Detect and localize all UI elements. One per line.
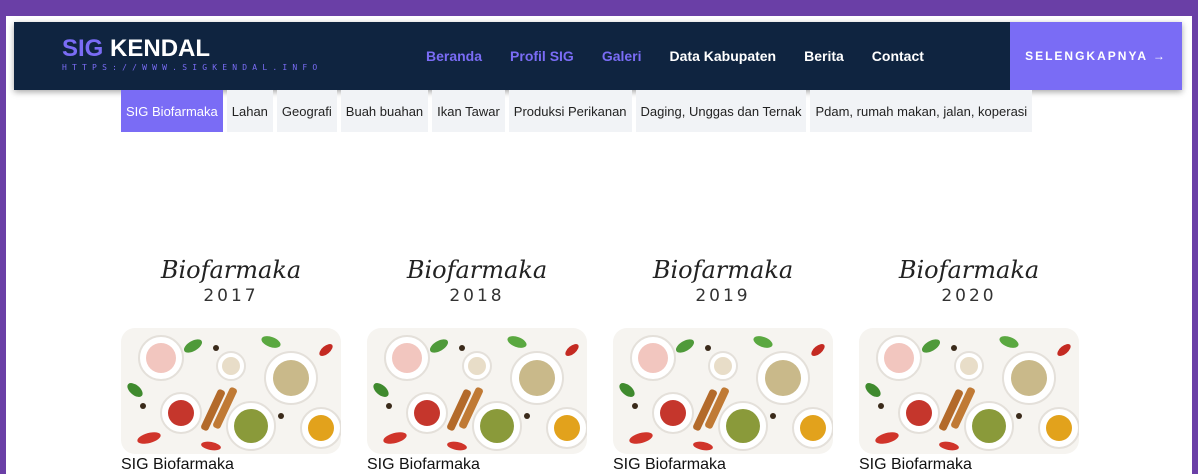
- brand-url: HTTPS://WWW.SIGKENDAL.INFO: [62, 63, 323, 72]
- nav-item-galeri[interactable]: Galeri: [602, 48, 642, 64]
- card-title[interactable]: SIG Biofarmaka: [859, 456, 1079, 474]
- tab-sig-biofarmaka[interactable]: SIG Biofarmaka: [121, 90, 223, 132]
- nav-item-beranda[interactable]: Beranda: [426, 48, 482, 64]
- tab-daging-unggas-ternak[interactable]: Daging, Unggas dan Ternak: [635, 90, 807, 132]
- brand-name: SIG KENDAL: [62, 36, 322, 62]
- card-script-title: Biofarmaka: [652, 256, 794, 284]
- card-banner: Biofarmaka 2018: [367, 240, 587, 328]
- biofarmaka-card[interactable]: Biofarmaka 2019 SIG Biofarmaka: [613, 240, 833, 474]
- card-script-title: Biofarmaka: [406, 256, 548, 284]
- card-year: 2018: [449, 286, 505, 306]
- spices-image[interactable]: [859, 328, 1079, 454]
- card-script-title: Biofarmaka: [160, 256, 302, 284]
- category-tabs: SIG Biofarmaka Lahan Geografi Buah buaha…: [121, 90, 1033, 132]
- biofarmaka-card[interactable]: Biofarmaka 2017 SIG Biofarmaka: [121, 240, 341, 474]
- nav-item-data-kabupaten[interactable]: Data Kabupaten: [670, 48, 777, 64]
- card-title[interactable]: SIG Biofarmaka: [121, 456, 341, 474]
- biofarmaka-cards: Biofarmaka 2017 SIG Biofarmaka Biofarmak…: [121, 240, 1079, 474]
- biofarmaka-card[interactable]: Biofarmaka 2020 SIG Biofarmaka: [859, 240, 1079, 474]
- spices-image[interactable]: [367, 328, 587, 454]
- card-year: 2020: [941, 286, 997, 306]
- brand-logo[interactable]: SIG KENDAL HTTPS://WWW.SIGKENDAL.INFO: [62, 36, 323, 73]
- card-year: 2017: [203, 286, 259, 306]
- nav-item-profil-sig[interactable]: Profil SIG: [510, 48, 574, 64]
- tab-buah-buahan[interactable]: Buah buahan: [340, 90, 429, 132]
- brand-name-part1: SIG: [62, 35, 104, 62]
- card-banner: Biofarmaka 2019: [613, 240, 833, 328]
- top-navbar: SIG KENDAL HTTPS://WWW.SIGKENDAL.INFO Be…: [14, 22, 1182, 90]
- nav-item-berita[interactable]: Berita: [804, 48, 844, 64]
- card-title[interactable]: SIG Biofarmaka: [367, 456, 587, 474]
- main-nav: Beranda Profil SIG Galeri Data Kabupaten…: [426, 22, 952, 90]
- tab-pdam-rumah-makan[interactable]: Pdam, rumah makan, jalan, koperasi: [810, 90, 1033, 132]
- tab-ikan-tawar[interactable]: Ikan Tawar: [432, 90, 505, 132]
- brand-name-part2: KENDAL: [110, 35, 211, 62]
- tab-lahan[interactable]: Lahan: [226, 90, 273, 132]
- tab-produksi-perikanan[interactable]: Produksi Perikanan: [508, 90, 632, 132]
- card-banner: Biofarmaka 2017: [121, 240, 341, 328]
- card-script-title: Biofarmaka: [898, 256, 1040, 284]
- nav-item-contact[interactable]: Contact: [872, 48, 924, 64]
- card-banner: Biofarmaka 2020: [859, 240, 1079, 328]
- selengkapnya-button[interactable]: SELENGKAPNYA →: [1010, 22, 1182, 90]
- spices-image[interactable]: [121, 328, 341, 454]
- biofarmaka-card[interactable]: Biofarmaka 2018 SIG Biofarmaka: [367, 240, 587, 474]
- tab-geografi[interactable]: Geografi: [276, 90, 337, 132]
- card-year: 2019: [695, 286, 751, 306]
- spices-image[interactable]: [613, 328, 833, 454]
- card-title[interactable]: SIG Biofarmaka: [613, 456, 833, 474]
